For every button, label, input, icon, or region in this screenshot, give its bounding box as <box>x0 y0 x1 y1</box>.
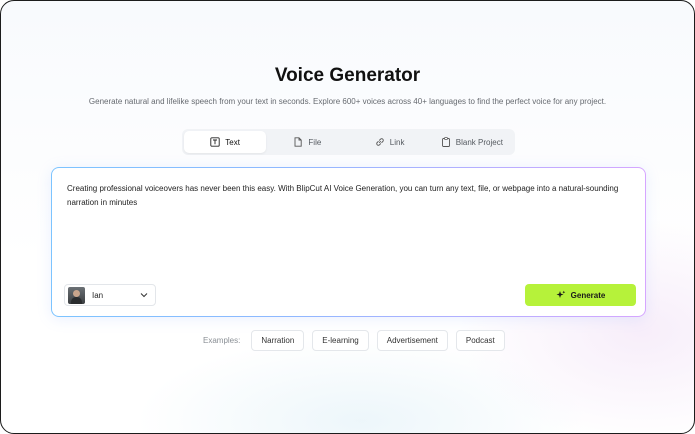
page-title: Voice Generator <box>274 65 421 86</box>
voice-avatar <box>68 286 85 304</box>
tab-file[interactable]: File <box>266 131 348 153</box>
tab-link-label: Link <box>389 137 405 147</box>
input-mode-tabs: Text File Link Blank Project <box>182 129 515 155</box>
sparkle-icon <box>556 290 565 298</box>
file-icon <box>294 137 303 147</box>
page-subtitle: Generate natural and lifelike speech fro… <box>88 97 607 106</box>
generate-button[interactable]: Generate <box>525 284 636 306</box>
example-chip-narration[interactable]: Narration <box>251 330 305 351</box>
example-chip-e-learning[interactable]: E-learning <box>312 330 369 351</box>
text-editor-body: Creating professional voiceovers has nev… <box>52 168 645 316</box>
voice-selector[interactable]: Ian <box>64 284 156 306</box>
script-textarea[interactable]: Creating professional voiceovers has nev… <box>67 182 627 210</box>
tab-text-label: Text <box>225 137 240 147</box>
text-icon <box>210 137 220 147</box>
examples-row: Examples: Narration E-learning Advertise… <box>203 330 505 351</box>
example-chip-podcast[interactable]: Podcast <box>455 330 505 351</box>
voice-name: Ian <box>92 290 104 300</box>
tab-file-label: File <box>308 137 322 147</box>
example-chip-advertisement[interactable]: Advertisement <box>376 330 448 351</box>
tab-blank-project-label: Blank Project <box>455 137 503 147</box>
voice-generator-page: Voice Generator Generate natural and lif… <box>0 0 695 434</box>
blank-project-icon <box>441 137 450 147</box>
chevron-down-icon <box>140 293 148 298</box>
tab-text[interactable]: Text <box>184 131 267 153</box>
generate-label: Generate <box>570 290 606 300</box>
text-editor-panel: Creating professional voiceovers has nev… <box>51 167 646 317</box>
tab-blank-project[interactable]: Blank Project <box>431 131 513 153</box>
examples-label: Examples: <box>203 336 241 345</box>
tab-link[interactable]: Link <box>349 131 431 153</box>
link-icon <box>376 138 384 146</box>
